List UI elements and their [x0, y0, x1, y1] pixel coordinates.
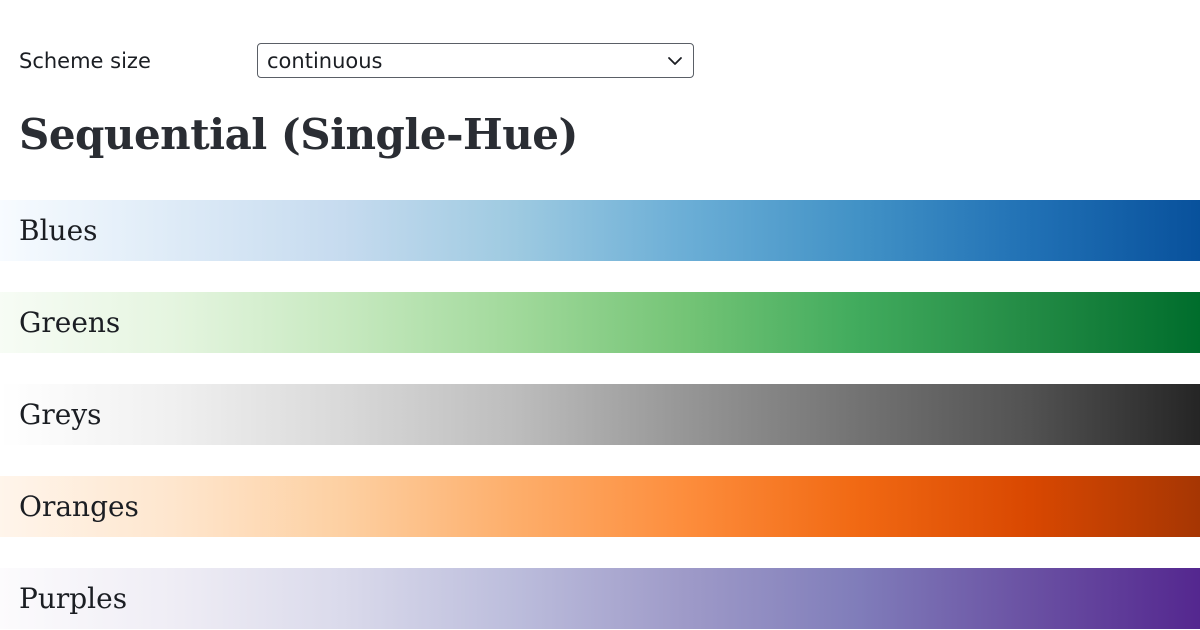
- scheme-size-select[interactable]: continuous: [257, 43, 694, 78]
- scheme-size-label: Scheme size: [19, 48, 151, 73]
- scheme-name: Oranges: [19, 490, 139, 523]
- scheme-name: Greys: [19, 398, 102, 431]
- scheme-name: Purples: [19, 582, 128, 615]
- scheme-ramp-greys[interactable]: Greys: [0, 384, 1200, 445]
- scheme-ramp-oranges[interactable]: Oranges: [0, 476, 1200, 537]
- scheme-name: Blues: [19, 214, 98, 247]
- section-title: Sequential (Single-Hue): [19, 110, 578, 159]
- chevron-down-icon: [668, 57, 682, 65]
- scheme-name: Greens: [19, 306, 121, 339]
- scheme-ramp-greens[interactable]: Greens: [0, 292, 1200, 353]
- scheme-ramp-blues[interactable]: Blues: [0, 200, 1200, 261]
- scheme-size-control: Scheme size continuous: [19, 43, 694, 78]
- scheme-size-value: continuous: [267, 48, 383, 73]
- scheme-ramp-purples[interactable]: Purples: [0, 568, 1200, 629]
